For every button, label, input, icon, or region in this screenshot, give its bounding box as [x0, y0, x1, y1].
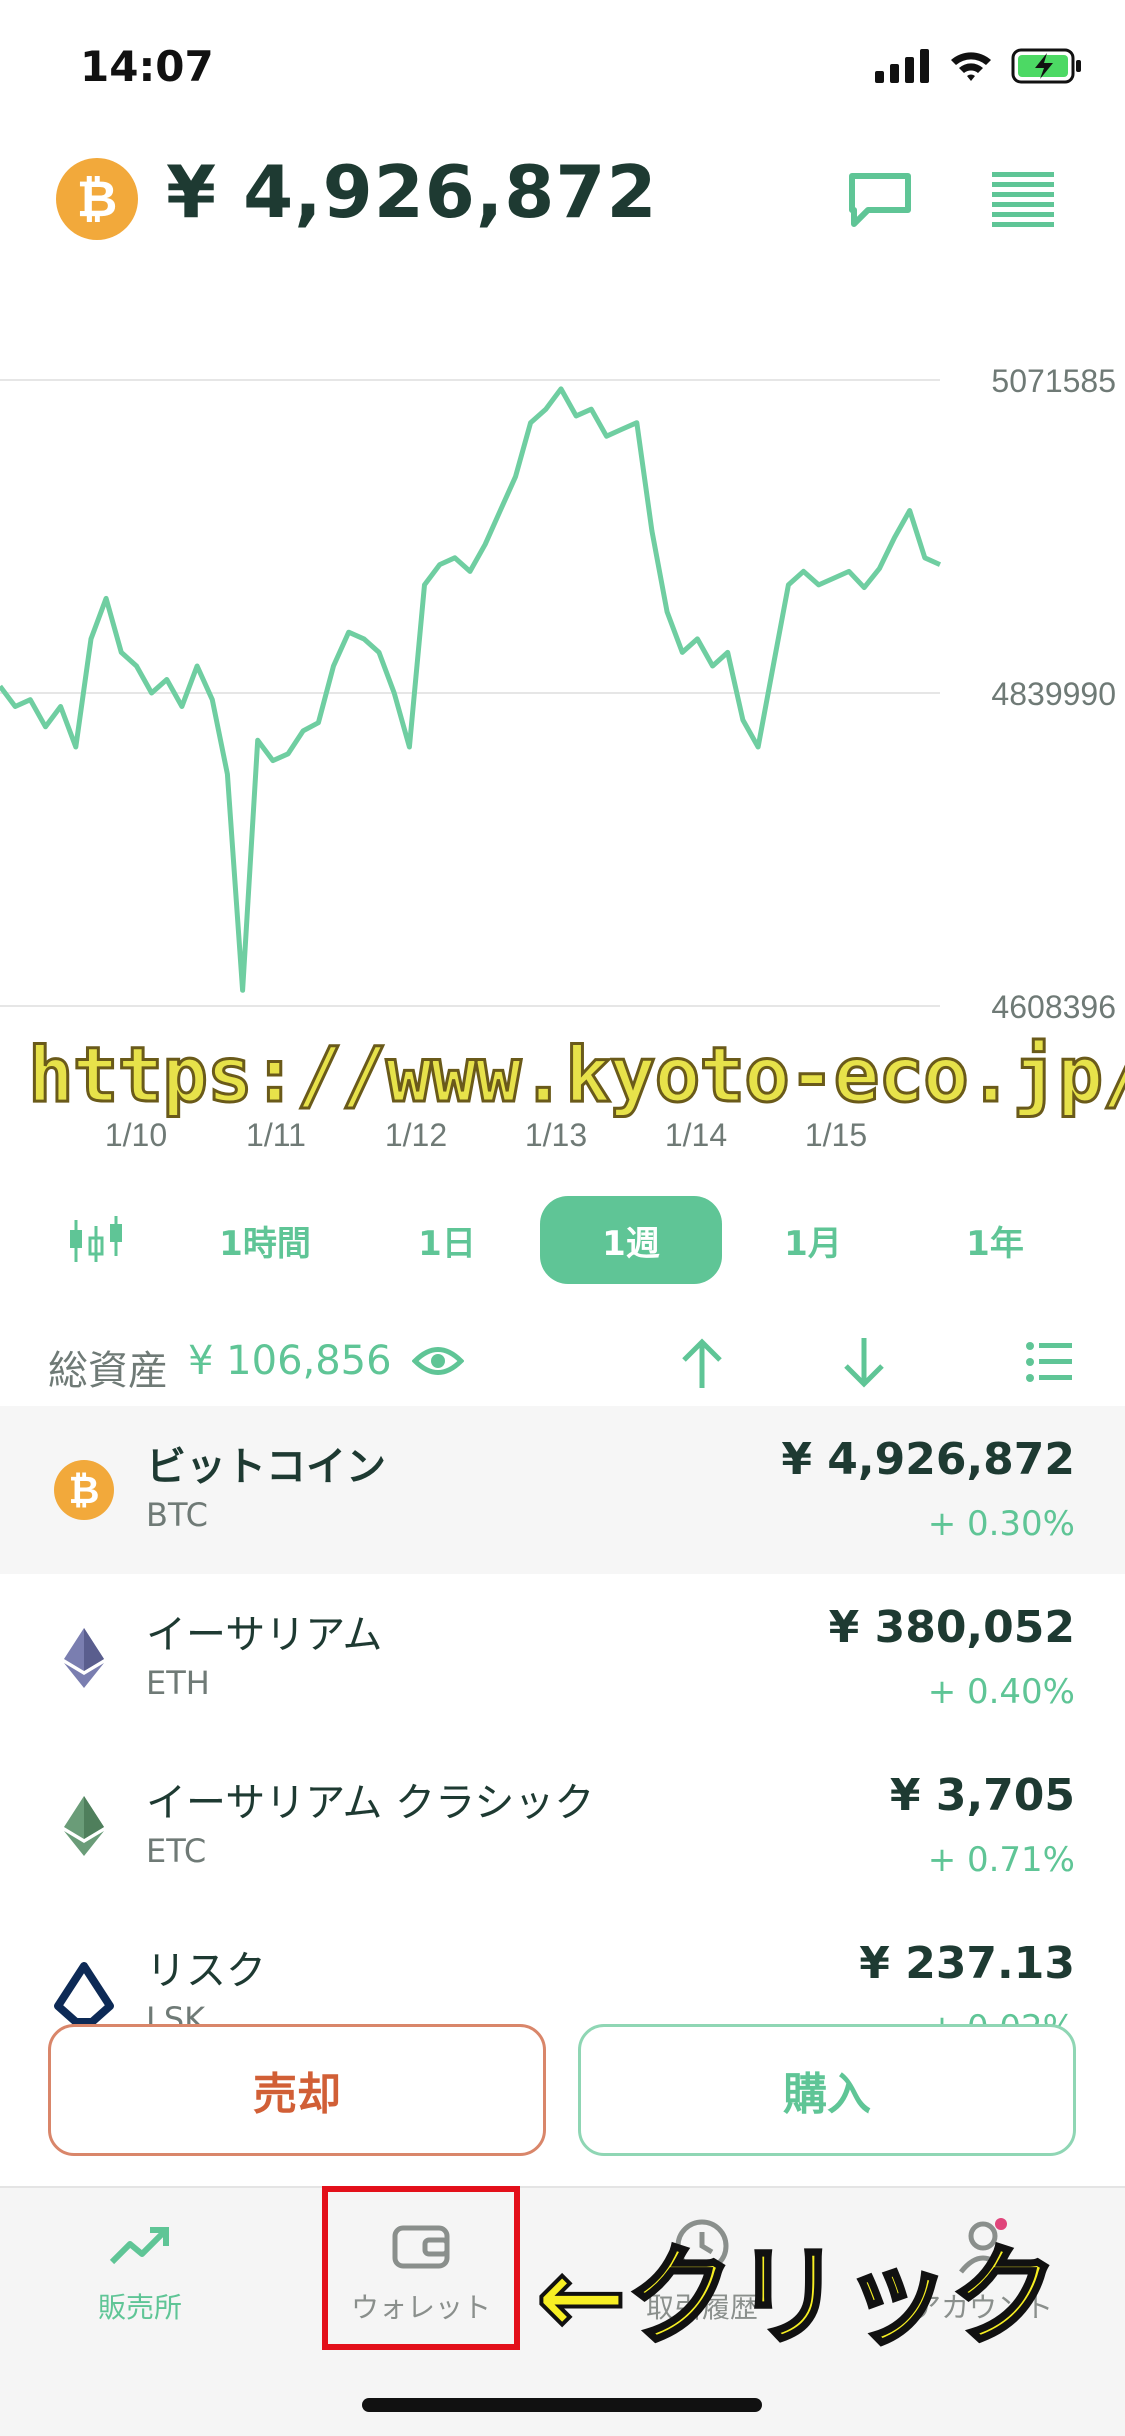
wallet-highlight-box	[322, 2186, 520, 2350]
tab-label: 販売所	[97, 2291, 182, 2324]
total-assets-value: ¥ 106,856	[188, 1338, 392, 1384]
list-item-lsk[interactable]: リスク LSK ¥ 237.13 + 0.02%	[0, 1910, 1125, 2026]
cellular-signal-icon	[875, 49, 929, 83]
tab-1week[interactable]: 1週	[540, 1196, 722, 1284]
trend-up-icon	[109, 2227, 169, 2265]
watermark-url: https://www.kyoto-eco.jp/	[27, 1029, 1125, 1121]
status-time: 14:07	[80, 42, 214, 91]
wifi-icon	[951, 52, 991, 81]
tab-1year[interactable]: 1年	[940, 1196, 1050, 1284]
ethereum-classic-icon	[64, 1796, 104, 1856]
click-annotation: ←クリック	[534, 2233, 1060, 2362]
chat-icon[interactable]	[846, 170, 914, 230]
candlestick-icon[interactable]	[66, 1216, 126, 1266]
buy-button[interactable]: 購入	[578, 2024, 1076, 2156]
total-assets-label: 総資産	[48, 1348, 168, 1394]
x-tick-label: 1/14	[665, 1117, 727, 1153]
x-tick-label: 1/13	[525, 1117, 587, 1153]
coin-price: ¥ 4,926,872	[781, 1434, 1075, 1485]
coin-symbol: ETC	[146, 1832, 207, 1870]
tab-sales[interactable]: 販売所	[40, 2218, 240, 2326]
coin-change: + 0.30%	[927, 1504, 1075, 1544]
coin-symbol: BTC	[146, 1496, 208, 1534]
coin-list: ₿ ビットコイン BTC ¥ 4,926,872 + 0.30% イーサリアム …	[0, 1406, 1125, 2026]
x-tick-label: 1/12	[385, 1117, 447, 1153]
ethereum-icon	[64, 1628, 104, 1688]
coin-price: ¥ 3,705	[889, 1770, 1075, 1821]
list-icon[interactable]	[1026, 1342, 1072, 1382]
bitcoin-logo-icon: ₿	[56, 158, 138, 240]
timeframe-selector: 1時間 1日 1週 1月 1年	[0, 1196, 1125, 1286]
svg-text:₿: ₿	[69, 1468, 100, 1512]
x-tick-label: 1/10	[105, 1117, 167, 1153]
header-price: ¥ 4,926,872	[166, 150, 658, 234]
lisk-icon	[54, 1962, 114, 2026]
coin-change: + 0.71%	[927, 1840, 1075, 1880]
sell-button[interactable]: 売却	[48, 2024, 546, 2156]
x-tick-label: 1/15	[805, 1117, 867, 1153]
coin-name: リスク	[146, 1948, 266, 1994]
tab-1day[interactable]: 1日	[392, 1196, 502, 1284]
eye-icon[interactable]	[412, 1338, 464, 1384]
coin-symbol: ETH	[146, 1664, 210, 1702]
coin-price: ¥ 380,052	[828, 1602, 1075, 1653]
battery-charging-icon	[1011, 48, 1081, 84]
send-arrow-up-icon[interactable]	[680, 1336, 724, 1390]
coin-price: ¥ 237.13	[859, 1938, 1075, 1989]
menu-icon[interactable]	[992, 170, 1054, 228]
coin-symbol: LSK	[146, 2000, 206, 2026]
home-indicator	[362, 2398, 762, 2412]
list-item-eth[interactable]: イーサリアム ETH ¥ 380,052 + 0.40%	[0, 1574, 1125, 1742]
y-tick-label: 4608396	[991, 989, 1116, 1025]
coin-name: ビットコイン	[146, 1444, 386, 1490]
x-tick-label: 1/11	[246, 1117, 306, 1153]
y-tick-label: 5071585	[991, 363, 1116, 399]
coin-name: イーサリアム	[146, 1612, 383, 1658]
coin-change: + 0.40%	[927, 1672, 1075, 1712]
tab-1hour[interactable]: 1時間	[200, 1196, 330, 1284]
list-item-btc[interactable]: ₿ ビットコイン BTC ¥ 4,926,872 + 0.30%	[0, 1406, 1125, 1574]
y-tick-label: 4839990	[991, 676, 1116, 712]
bitcoin-icon: ₿	[54, 1460, 114, 1520]
receive-arrow-down-icon[interactable]	[842, 1336, 886, 1390]
tab-1month[interactable]: 1月	[758, 1196, 868, 1284]
price-line	[0, 386, 942, 993]
coin-name: イーサリアム クラシック	[146, 1780, 595, 1826]
list-item-etc[interactable]: イーサリアム クラシック ETC ¥ 3,705 + 0.71%	[0, 1742, 1125, 1910]
status-icons	[875, 48, 1083, 84]
